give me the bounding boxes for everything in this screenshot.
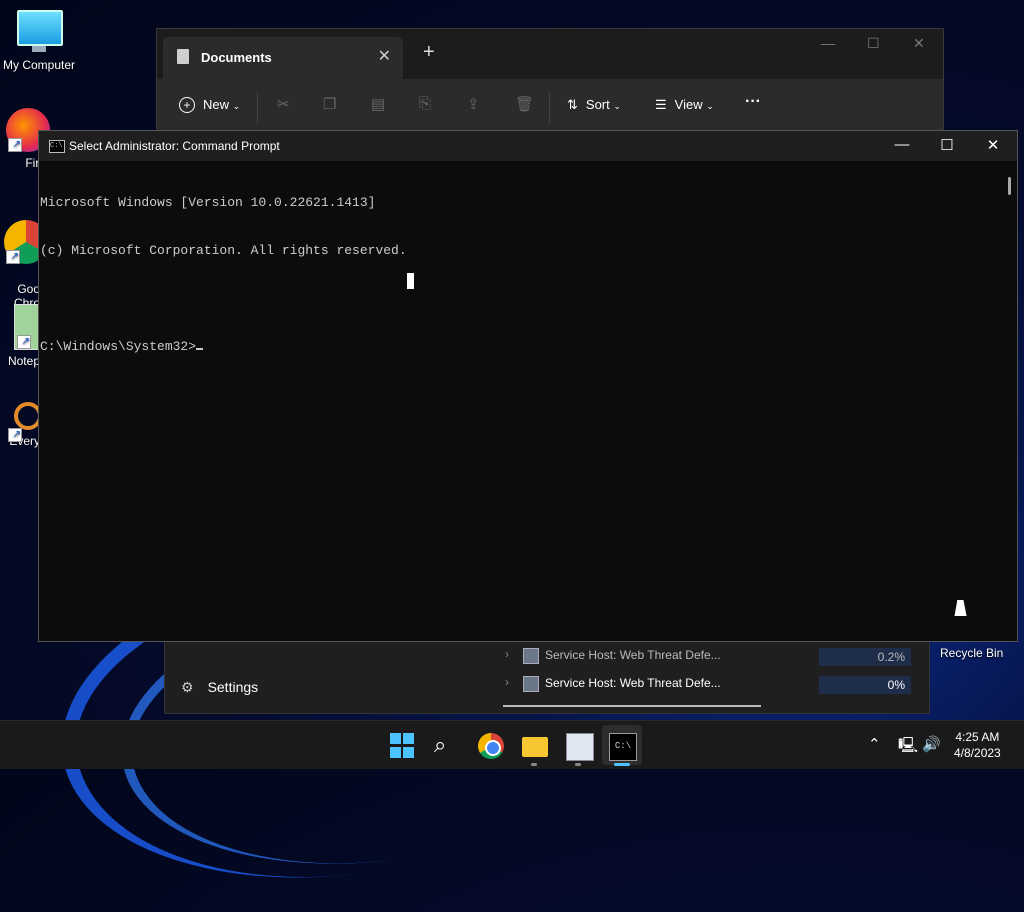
task-manager-window: ⚙ Settings › Service Host: Web Threat Def… xyxy=(164,638,930,714)
windows-logo-tile xyxy=(390,747,401,758)
document-icon xyxy=(177,49,189,64)
file-explorer-window: Documents ✕ + — ☐ ✕ + New ⌄ ✂ ❐ ▤ ⎘ ⇪ 🗑 ⇅… xyxy=(156,28,944,140)
show-hidden-icons-chevron-icon[interactable]: ⌃ xyxy=(868,735,881,753)
close-icon[interactable]: ✕ xyxy=(913,35,925,52)
paste-icon[interactable]: ▤ xyxy=(371,95,385,113)
console-output[interactable]: Microsoft Windows [Version 10.0.22621.14… xyxy=(39,161,1001,641)
service-gear-icon xyxy=(523,648,539,664)
view-button[interactable]: ☰ View ⌄ xyxy=(655,97,714,113)
process-name: Service Host: Web Threat Defe... xyxy=(545,676,721,690)
chrome-taskbar-icon[interactable] xyxy=(478,733,504,759)
process-cpu: 0.2% xyxy=(819,648,911,666)
sort-button-label: Sort xyxy=(585,97,610,112)
toolbar-divider xyxy=(257,93,258,123)
cmd-title-bar[interactable]: C:\ Select Administrator: Command Prompt… xyxy=(39,131,1017,161)
horizontal-scrollbar[interactable] xyxy=(503,705,761,707)
task-manager-taskbar-icon[interactable] xyxy=(566,733,594,761)
chevron-down-icon: ⌄ xyxy=(232,101,241,111)
active-indicator xyxy=(614,763,630,766)
chevron-down-icon: ⌄ xyxy=(613,101,621,111)
chevron-down-icon: ⌄ xyxy=(706,101,714,111)
delete-icon[interactable]: 🗑 xyxy=(515,95,534,113)
desktop-icon-recycle-bin-label[interactable]: Recycle Bin xyxy=(940,646,1003,660)
shortcut-arrow-icon: ↗ xyxy=(8,428,22,442)
settings-label: Settings xyxy=(207,679,259,695)
cut-icon[interactable]: ✂ xyxy=(277,95,290,113)
minimize-icon[interactable]: — xyxy=(821,35,835,51)
view-button-label: View xyxy=(674,97,703,112)
console-line: Microsoft Windows [Version 10.0.22621.14… xyxy=(40,195,376,210)
desktop-icon-label: My Computer xyxy=(2,58,76,72)
volume-icon[interactable]: 🔊 xyxy=(922,735,941,753)
more-options-button[interactable]: ··· xyxy=(745,93,761,111)
process-cpu: 0% xyxy=(819,676,911,694)
chevron-right-icon[interactable]: › xyxy=(505,647,509,661)
network-icon[interactable]: 🖳 xyxy=(898,735,918,760)
windows-logo-tile xyxy=(403,747,414,758)
toolbar-divider xyxy=(549,93,550,123)
minimize-icon[interactable]: — xyxy=(887,136,917,153)
taskbar: ⌕ C:\ ⌃ 🖳 🔊 4:25 AM 4/8/2023 xyxy=(0,720,1024,769)
gear-icon: ⚙ xyxy=(181,679,194,695)
service-gear-icon xyxy=(523,676,539,692)
text-cursor xyxy=(196,348,204,350)
copy-icon[interactable]: ❐ xyxy=(323,95,336,113)
command-prompt-taskbar-icon[interactable]: C:\ xyxy=(609,733,637,761)
sort-arrows-icon: ⇅ xyxy=(567,97,578,112)
monitor-icon xyxy=(17,10,63,54)
process-row[interactable]: › Service Host: Web Threat Defe... 0.2% xyxy=(505,643,925,667)
start-button[interactable] xyxy=(390,733,416,759)
new-tab-button[interactable]: + xyxy=(423,41,435,64)
new-button[interactable]: + New ⌄ xyxy=(179,97,240,113)
running-indicator xyxy=(531,763,537,766)
notepad-icon: ↗ xyxy=(14,304,40,350)
running-indicator xyxy=(575,763,581,766)
process-name: Service Host: Web Threat Defe... xyxy=(545,648,721,662)
desktop-icon-my-computer[interactable]: My Computer xyxy=(0,10,78,72)
explorer-tab-title: Documents xyxy=(201,50,272,65)
explorer-tab-bar: Documents ✕ + — ☐ ✕ xyxy=(157,29,943,79)
shortcut-arrow-icon: ↗ xyxy=(8,138,22,152)
desktop-icon-label: Notep xyxy=(7,354,40,368)
plus-circle-icon: + xyxy=(179,97,195,113)
ibeam-cursor-icon xyxy=(407,273,414,289)
shortcut-arrow-icon: ↗ xyxy=(17,335,31,349)
clock-date: 4/8/2023 xyxy=(954,746,1001,760)
vertical-scrollbar-thumb[interactable] xyxy=(1008,177,1011,195)
process-row[interactable]: › Service Host: Web Threat Defe... 0% xyxy=(505,671,925,695)
explorer-tab-documents[interactable]: Documents ✕ xyxy=(163,37,403,79)
console-line: (c) Microsoft Corporation. All rights re… xyxy=(40,243,407,258)
maximize-icon[interactable]: ☐ xyxy=(932,136,962,154)
desktop-icon-everything[interactable]: ↗ Every xyxy=(0,402,42,448)
windows-logo-tile xyxy=(390,733,401,744)
console-prompt: C:\Windows\System32> xyxy=(40,339,197,354)
sort-button[interactable]: ⇅ Sort ⌄ xyxy=(567,97,621,113)
maximize-icon[interactable]: ☐ xyxy=(867,35,880,52)
chevron-right-icon[interactable]: › xyxy=(505,675,509,689)
command-prompt-window: C:\ Select Administrator: Command Prompt… xyxy=(38,130,1018,642)
system-clock[interactable]: 4:25 AM 4/8/2023 xyxy=(954,729,1001,761)
view-lines-icon: ☰ xyxy=(655,97,667,112)
clock-time: 4:25 AM xyxy=(955,730,1000,744)
windows-logo-tile xyxy=(403,733,414,744)
close-icon[interactable]: ✕ xyxy=(978,136,1008,154)
settings-nav-item[interactable]: ⚙ Settings xyxy=(181,679,258,696)
window-title: Select Administrator: Command Prompt xyxy=(69,139,280,153)
new-button-label: New xyxy=(203,97,230,112)
file-explorer-taskbar-icon[interactable] xyxy=(522,737,548,757)
shortcut-arrow-icon: ↗ xyxy=(6,250,20,264)
close-tab-icon[interactable]: ✕ xyxy=(378,46,391,66)
desktop-icon-notepad[interactable]: ↗ Notep xyxy=(0,304,40,368)
search-icon[interactable]: ⌕ xyxy=(434,733,460,759)
share-icon[interactable]: ⇪ xyxy=(467,95,480,113)
console-prompt-line: C:\Windows\System32> xyxy=(40,339,1001,355)
cmd-app-icon: C:\ xyxy=(49,140,65,153)
rename-icon[interactable]: ⎘ xyxy=(419,95,431,112)
